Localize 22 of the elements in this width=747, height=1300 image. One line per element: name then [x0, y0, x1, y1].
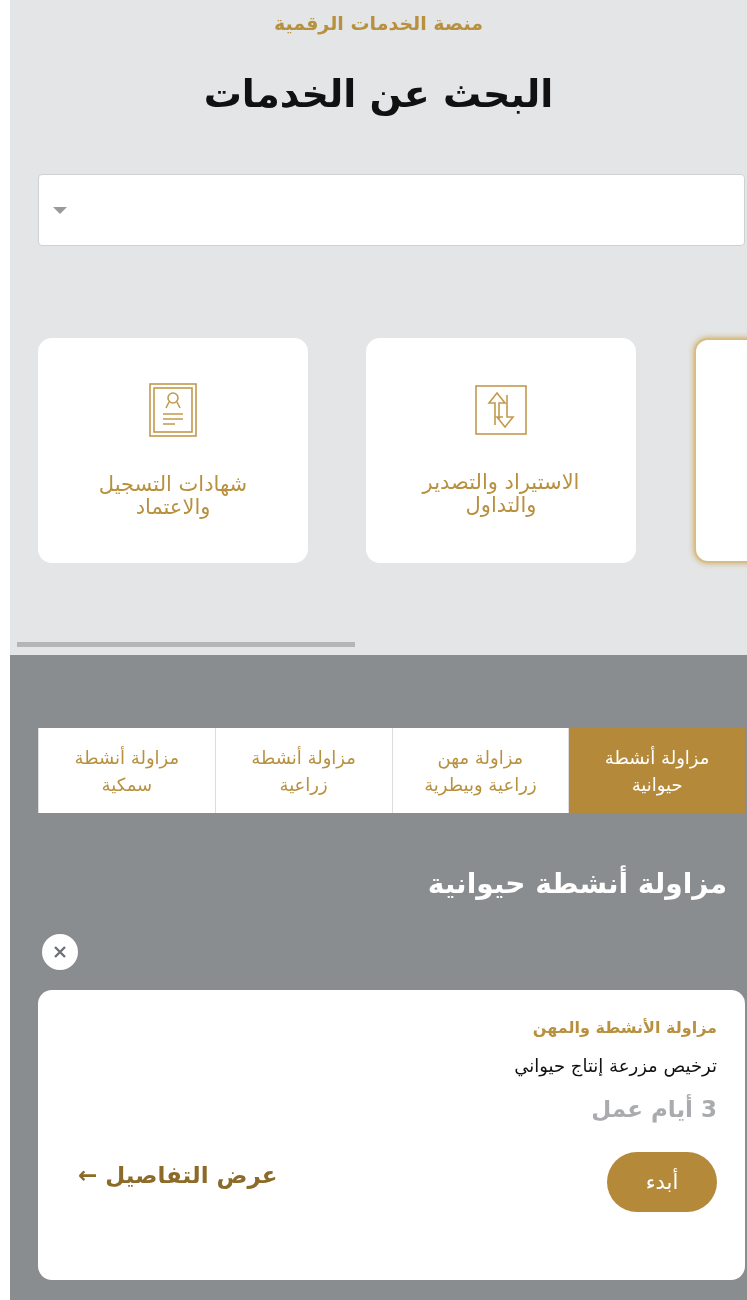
category-label: شهادات التسجيل والاعتماد	[97, 473, 249, 518]
category-tab[interactable]: مزاولة أنشطة حيوانية	[568, 728, 745, 813]
category-tab[interactable]: مزاولة مهن زراعية وبيطرية	[391, 728, 569, 813]
scrollbar[interactable]	[17, 642, 355, 647]
category-label: الاستيراد والتصدير والتداول	[420, 471, 581, 516]
category-tab[interactable]: مزاولة أنشطة زراعية	[214, 728, 392, 813]
service-name: ترخيص مزرعة إنتاج حيواني	[513, 1055, 717, 1076]
caret-icon	[53, 206, 67, 214]
section-title: مزاولة أنشطة حيوانية	[426, 867, 728, 900]
details-link[interactable]: عرض التفاصيل ←	[78, 1162, 278, 1188]
platform-name: منصة الخدمات الرقمية	[272, 12, 485, 34]
start-button[interactable]: أبدء	[607, 1152, 717, 1212]
category-card[interactable]: الاستيراد والتصدير والتداول	[366, 338, 636, 563]
category-tab[interactable]: مزاولة أنشطة سمكية	[38, 728, 215, 813]
category-card[interactable]: شهادات التسجيل والاعتماد	[38, 338, 308, 563]
page-title: البحث عن الخدمات	[202, 72, 555, 116]
close-icon[interactable]	[42, 934, 78, 970]
service-duration: 3 أيام عمل	[590, 1096, 717, 1122]
service-dropdown[interactable]	[38, 174, 745, 246]
service-category: مزاولة الأنشطة والمهن	[531, 1018, 717, 1037]
up-down-arrows-icon	[475, 385, 527, 436]
certificate-icon	[149, 383, 197, 438]
